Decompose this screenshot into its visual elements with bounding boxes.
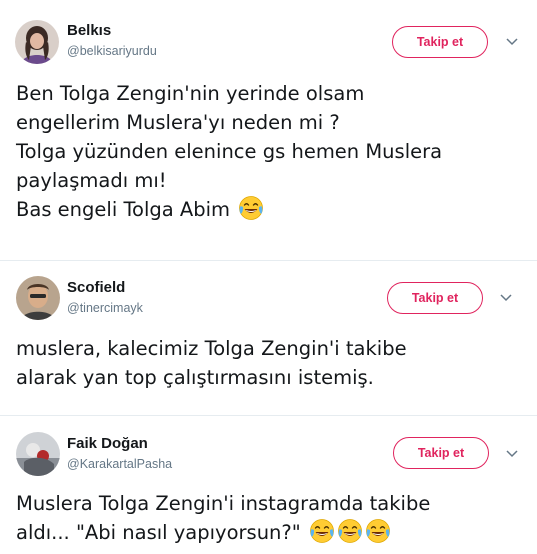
emoji-group [301, 519, 391, 544]
follow-button[interactable]: Takip et [392, 26, 488, 58]
follow-button[interactable]: Takip et [393, 437, 489, 469]
user-handle[interactable]: @tinercimayk [67, 301, 143, 315]
face-with-tears-of-joy-icon [338, 519, 362, 543]
user-name[interactable]: Scofield [67, 279, 125, 296]
face-with-tears-of-joy-icon [310, 519, 334, 543]
user-handle[interactable]: @belkisariyurdu [67, 44, 157, 58]
follow-button[interactable]: Takip et [387, 282, 483, 314]
avatar[interactable] [15, 20, 59, 64]
user-name[interactable]: Faik Doğan [67, 435, 148, 452]
chevron-down-icon[interactable] [506, 38, 518, 46]
face-with-tears-of-joy-icon [239, 196, 264, 220]
chevron-down-icon[interactable] [506, 450, 518, 458]
tweet-text: Muslera Tolga Zengin'i instagramda takib… [16, 489, 430, 547]
tweet-text-content: muslera, kalecimiz Tolga Zengin'i takibe… [16, 337, 407, 389]
avatar[interactable] [16, 432, 60, 476]
divider [0, 260, 537, 261]
avatar[interactable] [16, 276, 60, 320]
chevron-down-icon[interactable] [500, 294, 512, 302]
tweet-text: muslera, kalecimiz Tolga Zengin'i takibe… [16, 334, 407, 392]
user-name[interactable]: Belkıs [67, 22, 111, 39]
user-handle[interactable]: @KarakartalPasha [67, 457, 172, 471]
face-with-tears-of-joy-icon [366, 519, 390, 543]
divider [0, 415, 537, 416]
emoji-group [230, 196, 264, 221]
tweet-text: Ben Tolga Zengin'nin yerinde olsam engel… [16, 79, 442, 224]
